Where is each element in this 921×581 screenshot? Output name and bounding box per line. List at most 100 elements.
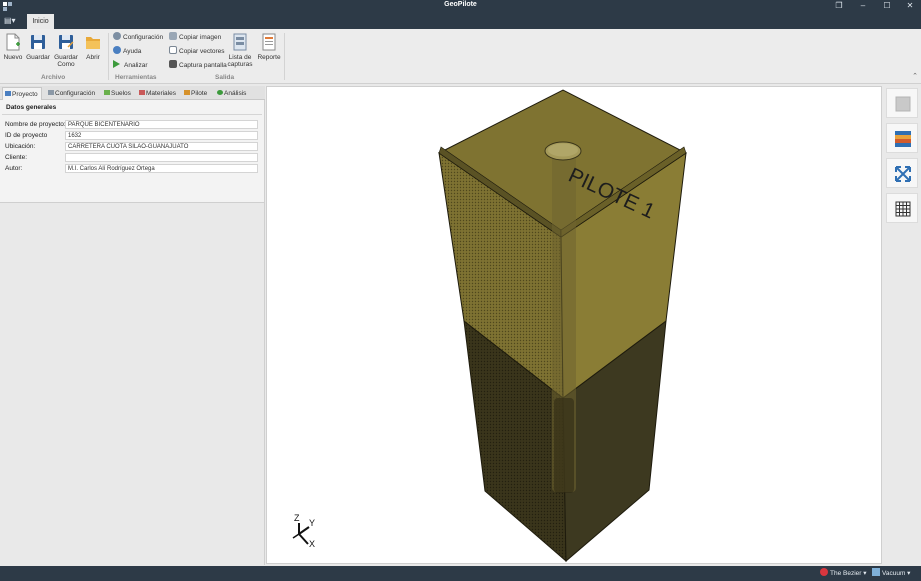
tab-suelos[interactable]: Suelos (102, 87, 132, 100)
captura-pantalla-label: Captura pantalla (179, 62, 227, 69)
guardar-como-button[interactable]: Guardar Como (53, 33, 79, 68)
project-id-field[interactable]: 1632 (65, 131, 258, 140)
captura-pantalla-button[interactable]: Captura pantalla (169, 60, 227, 71)
status-bar: The Bezier ▾ Vacuum ▾ (0, 566, 921, 581)
tab-materiales[interactable]: Materiales (137, 87, 177, 100)
theme-label: The Bezier (830, 570, 862, 577)
save-icon (31, 35, 45, 49)
group-separator (108, 33, 109, 80)
soil-icon (104, 90, 110, 95)
window-title: GeoPilote (444, 1, 477, 8)
minimize-icon[interactable]: – (852, 0, 874, 12)
configuracion-button[interactable]: Configuración (113, 32, 163, 43)
tab-configuracion[interactable]: Configuración (46, 87, 96, 100)
ayuda-button[interactable]: Ayuda (113, 46, 141, 57)
view-tools-panel (883, 86, 921, 564)
tab-inicio[interactable]: Inicio (27, 14, 54, 29)
axis-y-label: Y (309, 518, 315, 528)
new-file-icon (6, 33, 20, 51)
tab-pilote[interactable]: Pilote (182, 87, 210, 100)
capture-list-icon (233, 33, 247, 51)
author-field[interactable]: M.I. Carlos Alí Rodríguez Ortega (65, 164, 258, 173)
tab-pilote-label: Pilote (191, 90, 208, 97)
image-icon (169, 32, 177, 40)
style-selector[interactable]: Vacuum ▾ (872, 568, 910, 579)
grid-button[interactable] (886, 193, 918, 223)
title-bar: GeoPilote ❐ – ☐ ✕ (0, 0, 921, 12)
ribbon-collapse-icon[interactable]: ⌃ (912, 72, 918, 80)
pile-head-inner (548, 143, 578, 157)
guardar-como-label-2: Como (57, 61, 75, 68)
tab-proyecto[interactable]: Proyecto (2, 87, 42, 100)
grid-icon (895, 201, 911, 217)
lista-capturas-button[interactable]: Lista de capturas (227, 33, 253, 68)
tab-configuracion-label: Configuración (55, 90, 96, 97)
configuracion-label: Configuración (123, 34, 164, 41)
vector-icon (169, 46, 177, 54)
help-icon (113, 46, 121, 54)
copiar-imagen-button[interactable]: Copiar imagen (169, 32, 221, 43)
copiar-vectores-button[interactable]: Copiar vectores (169, 46, 225, 57)
analizar-button[interactable]: Analizar (113, 60, 147, 71)
fit-extents-icon (895, 166, 911, 182)
field-label: Ubicación: (5, 143, 36, 150)
settings-icon (48, 90, 54, 95)
theme-selector[interactable]: The Bezier ▾ (820, 568, 867, 579)
analysis-icon (217, 90, 223, 95)
field-label: ID de proyecto (5, 132, 48, 139)
play-icon (113, 60, 120, 68)
theme-icon (820, 568, 828, 576)
ribbon-tab-strip: ▤▾ Inicio (0, 12, 921, 29)
palette-icon (872, 568, 880, 576)
axis-x-label: X (309, 539, 315, 549)
copiar-vectores-label: Copiar vectores (179, 48, 225, 55)
soil-layers-button[interactable] (886, 123, 918, 153)
group-label-archivo: Archivo (41, 74, 66, 81)
location-field[interactable]: CARRETERA CUOTA SILAO-GUANAJUATO (65, 142, 258, 151)
gear-icon (113, 32, 121, 40)
3d-viewport[interactable]: PILOTE 1 Z Y X (266, 86, 882, 564)
group-separator (284, 33, 285, 80)
reporte-label: Reporte (257, 54, 281, 61)
copiar-imagen-label: Copiar imagen (179, 34, 222, 41)
close-icon[interactable]: ✕ (899, 0, 921, 12)
project-name-field[interactable]: PARQUE BICENTENARIO (65, 120, 258, 129)
soil-layers-icon (895, 131, 911, 147)
tab-analisis[interactable]: Análisis (215, 87, 249, 100)
abrir-label: Abrir (86, 54, 100, 61)
axis-z-label: Z (294, 513, 300, 523)
pile-icon (184, 90, 190, 95)
nuevo-label: Nuevo (3, 54, 23, 61)
materials-icon (139, 90, 145, 95)
tab-suelos-label: Suelos (111, 90, 131, 97)
field-label: Cliente: (5, 154, 28, 161)
maximize-icon[interactable]: ☐ (876, 0, 898, 12)
analizar-label: Analizar (124, 62, 148, 69)
nuevo-button[interactable]: Nuevo (0, 33, 26, 61)
project-properties-panel: Datos generales Nombre de proyecto: PARQ… (0, 100, 265, 203)
camera-icon (169, 60, 177, 68)
panel-tab-strip: Proyecto Configuración Suelos Materiales… (0, 86, 265, 100)
open-folder-icon (86, 37, 100, 49)
pile-model: PILOTE 1 Z Y X (292, 89, 687, 563)
guardar-label: Guardar (26, 54, 50, 61)
panel-empty-area (0, 203, 265, 565)
ribbon: Nuevo Guardar Guardar Como Abrir Archivo… (0, 29, 921, 84)
group-label-salida: Salida (215, 74, 235, 81)
guardar-button[interactable]: Guardar (25, 33, 51, 61)
tab-proyecto-label: Proyecto (12, 91, 38, 98)
report-icon (262, 33, 276, 51)
reporte-button[interactable]: Reporte (256, 33, 282, 61)
abrir-button[interactable]: Abrir (80, 33, 106, 61)
restore-down-icon[interactable]: ❐ (828, 0, 850, 12)
fit-extents-button[interactable] (886, 158, 918, 188)
application-menu-icon[interactable]: ▤▾ (4, 16, 16, 26)
client-field[interactable] (65, 153, 258, 162)
field-label: Nombre de proyecto: (5, 121, 66, 128)
cube-view-icon (895, 96, 911, 112)
section-title: Datos generales (6, 104, 57, 111)
cube-view-button[interactable] (886, 88, 918, 118)
ayuda-label: Ayuda (123, 48, 142, 55)
save-as-icon (59, 35, 74, 49)
lista-capturas-label-2: capturas (227, 61, 253, 68)
